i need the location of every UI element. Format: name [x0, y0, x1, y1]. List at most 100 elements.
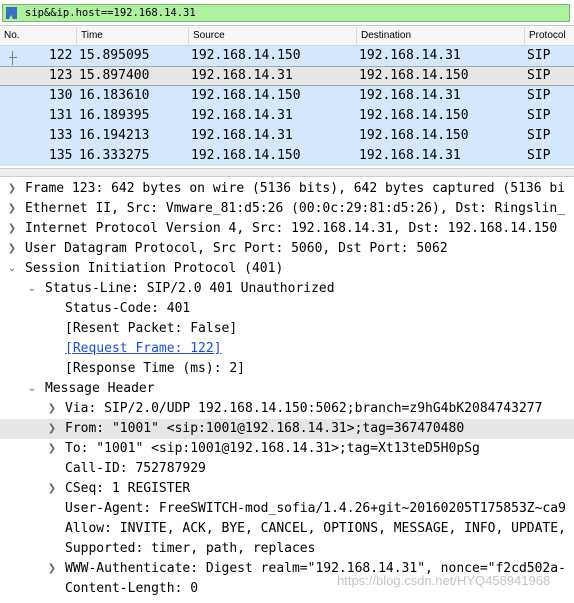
packet-no: 133	[49, 128, 73, 143]
tree-item-resent-packet[interactable]: [Resent Packet: False]	[0, 319, 574, 339]
tree-item-label: Allow: INVITE, ACK, BYE, CANCEL, OPTIONS…	[65, 521, 566, 536]
packet-list: No. Time Source Destination Protocol 122…	[0, 27, 574, 167]
packet-time: 16.183610	[79, 88, 150, 103]
column-header-time[interactable]: Time	[76, 27, 188, 45]
tree-item-label: [Resent Packet: False]	[65, 321, 238, 336]
tree-item-label: To: "1001" <sip:1001@192.168.14.31>;tag=…	[65, 441, 480, 456]
chevron-right-icon[interactable]: ❯	[46, 559, 58, 579]
packet-no: 130	[49, 88, 73, 103]
tree-item-label: User Datagram Protocol, Src Port: 5060, …	[25, 241, 448, 256]
packet-no: 122	[49, 48, 73, 63]
packet-protocol: SIP	[527, 148, 551, 163]
packet-destination: 192.168.14.150	[359, 128, 469, 143]
tree-item-request-frame[interactable]: [Request Frame: 122]	[0, 339, 574, 359]
tree-item-cseq[interactable]: ❯ CSeq: 1 REGISTER	[0, 479, 574, 499]
packet-row[interactable]: 133 16.194213 192.168.14.31 192.168.14.1…	[0, 126, 574, 146]
chevron-right-icon[interactable]: ❯	[46, 439, 58, 459]
packet-protocol: SIP	[527, 128, 551, 143]
packet-source: 192.168.14.31	[191, 128, 293, 143]
packet-source: 192.168.14.150	[191, 148, 301, 163]
tree-item-to[interactable]: ❯ To: "1001" <sip:1001@192.168.14.31>;ta…	[0, 439, 574, 459]
tree-item-label: Supported: timer, path, replaces	[65, 541, 316, 556]
display-filter-input[interactable]: sip&&ip.host==192.168.14.31	[2, 4, 570, 22]
related-packet-icon	[9, 51, 17, 65]
tree-item-label: Status-Code: 401	[65, 301, 191, 316]
packet-protocol: SIP	[527, 48, 551, 63]
packet-source: 192.168.14.31	[191, 68, 293, 83]
packet-time: 15.897400	[79, 68, 150, 83]
column-header-protocol[interactable]: Protocol	[524, 27, 574, 45]
packet-time: 16.194213	[79, 128, 150, 143]
tree-item-from[interactable]: ❯ From: "1001" <sip:1001@192.168.14.31>;…	[0, 419, 574, 439]
tree-item-call-id[interactable]: Call-ID: 752787929	[0, 459, 574, 479]
tree-item-label: User-Agent: FreeSWITCH-mod_sofia/1.4.26+…	[65, 501, 566, 516]
column-header-destination[interactable]: Destination	[356, 27, 524, 45]
display-filter-bar: sip&&ip.host==192.168.14.31	[0, 0, 574, 26]
packet-row[interactable]: 131 16.189395 192.168.14.31 192.168.14.1…	[0, 106, 574, 126]
tree-item-status-code[interactable]: Status-Code: 401	[0, 299, 574, 319]
packet-no: 131	[49, 108, 73, 123]
tree-item-frame[interactable]: ❯ Frame 123: 642 bytes on wire (5136 bit…	[0, 179, 574, 199]
chevron-right-icon[interactable]: ❯	[6, 239, 18, 259]
chevron-right-icon[interactable]: ❯	[6, 179, 18, 199]
chevron-right-icon[interactable]: ❯	[6, 199, 18, 219]
packet-row-selected[interactable]: 123 15.897400 192.168.14.31 192.168.14.1…	[0, 66, 574, 86]
packet-destination: 192.168.14.31	[359, 88, 461, 103]
tree-item-sip[interactable]: ⌄ Session Initiation Protocol (401)	[0, 259, 574, 279]
tree-item-label: From: "1001" <sip:1001@192.168.14.31>;ta…	[65, 421, 465, 436]
pane-splitter[interactable]	[0, 168, 574, 177]
chevron-down-icon[interactable]: ⌄	[26, 379, 38, 399]
packet-source: 192.168.14.31	[191, 108, 293, 123]
packet-time: 16.189395	[79, 108, 150, 123]
tree-item-status-line[interactable]: ⌄ Status-Line: SIP/2.0 401 Unauthorized	[0, 279, 574, 299]
packet-row[interactable]: 135 16.333275 192.168.14.150 192.168.14.…	[0, 146, 574, 166]
tree-item-ethernet[interactable]: ❯ Ethernet II, Src: Vmware_81:d5:26 (00:…	[0, 199, 574, 219]
tree-item-user-agent[interactable]: User-Agent: FreeSWITCH-mod_sofia/1.4.26+…	[0, 499, 574, 519]
tree-item-via[interactable]: ❯ Via: SIP/2.0/UDP 192.168.14.150:5062;b…	[0, 399, 574, 419]
packet-destination: 192.168.14.150	[359, 68, 469, 83]
packet-time: 15.895095	[79, 48, 150, 63]
column-header-no[interactable]: No.	[0, 27, 76, 45]
bookmark-icon[interactable]	[6, 7, 17, 19]
tree-item-label: Frame 123: 642 bytes on wire (5136 bits)…	[25, 181, 566, 196]
packet-protocol: SIP	[527, 68, 551, 83]
tree-item-label: Status-Line: SIP/2.0 401 Unauthorized	[45, 281, 335, 296]
packet-no: 123	[49, 68, 73, 83]
packet-protocol: SIP	[527, 108, 551, 123]
tree-item-label: Internet Protocol Version 4, Src: 192.16…	[25, 221, 558, 236]
chevron-down-icon[interactable]: ⌄	[6, 259, 18, 279]
packet-time: 16.333275	[79, 148, 150, 163]
tree-item-label: Session Initiation Protocol (401)	[25, 261, 284, 276]
tree-item-udp[interactable]: ❯ User Datagram Protocol, Src Port: 5060…	[0, 239, 574, 259]
tree-item-label: Ethernet II, Src: Vmware_81:d5:26 (00:0c…	[25, 201, 566, 216]
packet-source: 192.168.14.150	[191, 88, 301, 103]
request-frame-link[interactable]: [Request Frame: 122]	[65, 339, 222, 359]
tree-item-label: Via: SIP/2.0/UDP 192.168.14.150:5062;bra…	[65, 401, 543, 416]
column-header-source[interactable]: Source	[188, 27, 356, 45]
tree-item-supported[interactable]: Supported: timer, path, replaces	[0, 539, 574, 559]
packet-list-header: No. Time Source Destination Protocol	[0, 27, 574, 46]
packet-source: 192.168.14.150	[191, 48, 301, 63]
packet-protocol: SIP	[527, 88, 551, 103]
packet-destination: 192.168.14.31	[359, 48, 461, 63]
packet-destination: 192.168.14.150	[359, 108, 469, 123]
chevron-right-icon[interactable]: ❯	[46, 479, 58, 499]
tree-item-message-header[interactable]: ⌄ Message Header	[0, 379, 574, 399]
display-filter-text: sip&&ip.host==192.168.14.31	[25, 7, 196, 19]
chevron-right-icon[interactable]: ❯	[46, 419, 58, 439]
chevron-down-icon[interactable]: ⌄	[26, 279, 38, 299]
tree-item-response-time[interactable]: [Response Time (ms): 2]	[0, 359, 574, 379]
packet-destination: 192.168.14.31	[359, 148, 461, 163]
tree-item-label: [Response Time (ms): 2]	[65, 361, 246, 376]
chevron-right-icon[interactable]: ❯	[46, 399, 58, 419]
tree-item-label: Content-Length: 0	[65, 581, 199, 596]
chevron-right-icon[interactable]: ❯	[6, 219, 18, 239]
packet-no: 135	[49, 148, 73, 163]
tree-item-label: CSeq: 1 REGISTER	[65, 481, 191, 496]
tree-item-ipv4[interactable]: ❯ Internet Protocol Version 4, Src: 192.…	[0, 219, 574, 239]
packet-details-tree: ❯ Frame 123: 642 bytes on wire (5136 bit…	[0, 178, 574, 603]
packet-row[interactable]: 122 15.895095 192.168.14.150 192.168.14.…	[0, 46, 574, 66]
packet-row[interactable]: 130 16.183610 192.168.14.150 192.168.14.…	[0, 86, 574, 106]
tree-item-label: Message Header	[45, 381, 155, 396]
tree-item-allow[interactable]: Allow: INVITE, ACK, BYE, CANCEL, OPTIONS…	[0, 519, 574, 539]
